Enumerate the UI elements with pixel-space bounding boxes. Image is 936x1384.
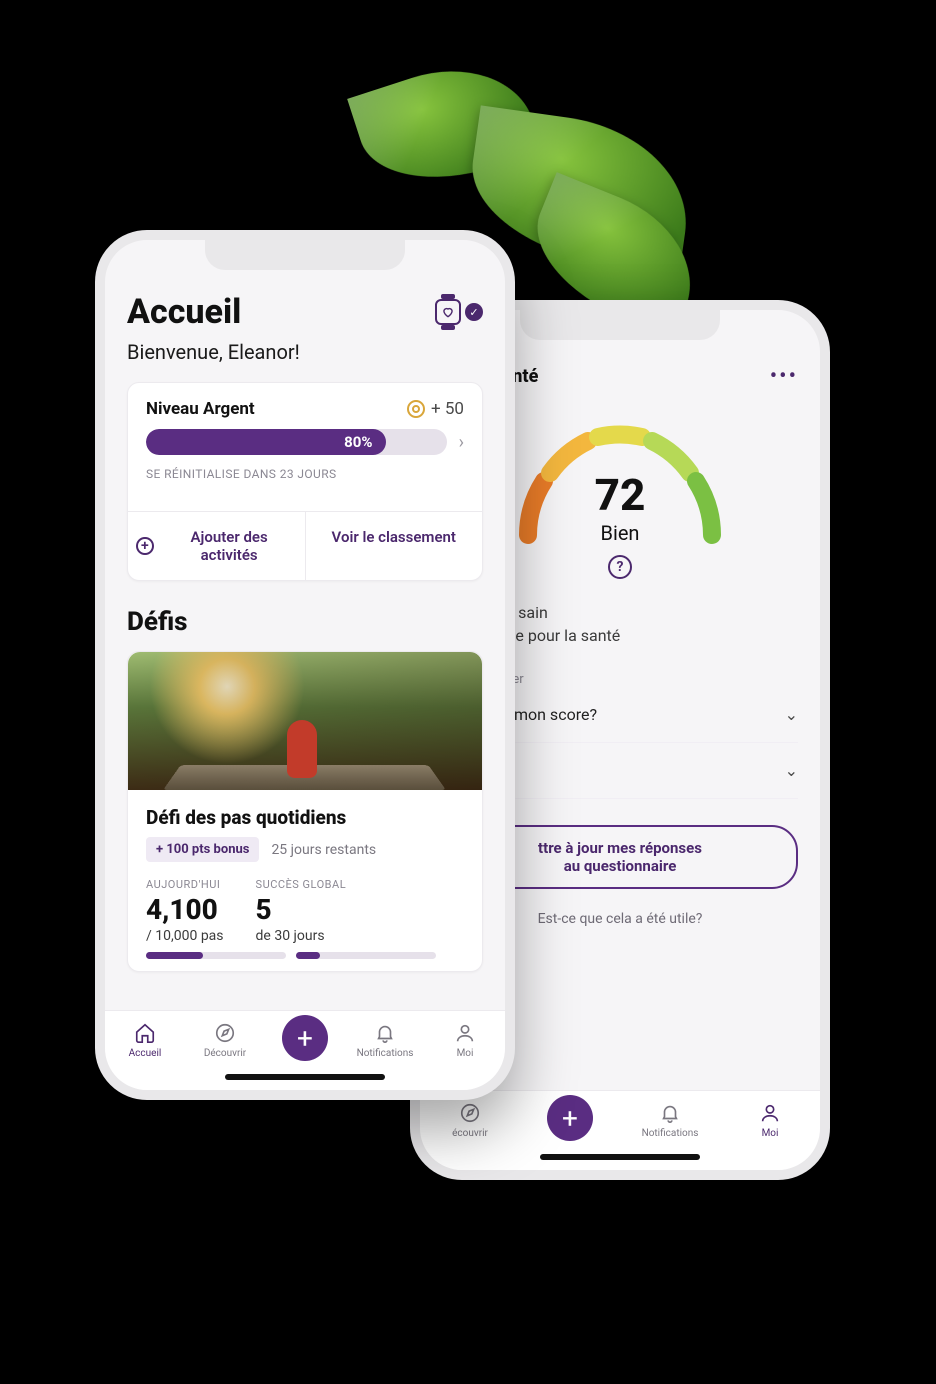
stat-goal: / 10,000 pas bbox=[146, 928, 224, 944]
chevron-down-icon: ⌄ bbox=[785, 705, 798, 724]
page-title: Accueil bbox=[127, 292, 241, 332]
plus-icon: + bbox=[282, 1015, 328, 1061]
level-bonus: + 50 bbox=[407, 399, 464, 419]
challenge-title: Défi des pas quotidiens bbox=[146, 806, 464, 829]
nav-notifications[interactable]: Notifications bbox=[353, 1021, 417, 1059]
nav-label: Moi bbox=[457, 1048, 474, 1059]
connected-check-icon: ✓ bbox=[465, 303, 483, 321]
bell-icon bbox=[373, 1021, 397, 1045]
level-progress: 80% bbox=[146, 429, 447, 455]
nav-home[interactable]: Accueil bbox=[113, 1021, 177, 1059]
today-progress-bar bbox=[146, 952, 286, 959]
plus-icon: + bbox=[547, 1095, 593, 1141]
stat-value: 5 bbox=[256, 893, 347, 926]
coin-icon bbox=[407, 400, 425, 418]
stat-label: SUCCÈS GLOBAL bbox=[256, 878, 347, 891]
stat-label: AUJOURD'HUI bbox=[146, 878, 224, 891]
view-leaderboard-button[interactable]: Voir le classement bbox=[306, 512, 483, 580]
nav-me[interactable]: Moi bbox=[433, 1021, 497, 1059]
more-options-icon[interactable]: ••• bbox=[770, 364, 798, 389]
bell-icon bbox=[658, 1101, 682, 1125]
welcome-text: Bienvenue, Eleanor! bbox=[127, 340, 483, 364]
challenge-cover-image bbox=[128, 652, 482, 790]
stat-goal: de 30 jours bbox=[256, 928, 347, 944]
challenges-heading: Défis bbox=[127, 607, 483, 637]
add-activities-button[interactable]: + Ajouter des activités bbox=[128, 512, 306, 580]
button-label: Voir le classement bbox=[332, 528, 456, 546]
plus-circle-icon: + bbox=[136, 537, 154, 555]
bonus-pill: + 100 pts bonus bbox=[146, 837, 259, 862]
home-indicator bbox=[540, 1154, 700, 1160]
nav-label: Accueil bbox=[129, 1048, 162, 1059]
bonus-value: + 50 bbox=[431, 399, 464, 419]
challenge-card[interactable]: Défi des pas quotidiens + 100 pts bonus … bbox=[127, 651, 483, 972]
nav-me[interactable]: Moi bbox=[738, 1101, 802, 1139]
nav-label: Notifications bbox=[357, 1048, 414, 1059]
reset-note: SE RÉINITIALISE DANS 23 JOURS bbox=[146, 467, 464, 481]
nav-label: écouvrir bbox=[452, 1128, 488, 1139]
nav-add[interactable]: + bbox=[538, 1101, 602, 1141]
nav-label: Moi bbox=[762, 1128, 779, 1139]
nav-label: Découvrir bbox=[204, 1048, 246, 1059]
person-icon bbox=[758, 1101, 782, 1125]
home-icon bbox=[133, 1021, 157, 1045]
nav-discover[interactable]: écouvrir bbox=[438, 1101, 502, 1139]
progress-percent: 80% bbox=[344, 433, 372, 451]
health-score-gauge bbox=[500, 407, 740, 547]
stat-today: AUJOURD'HUI 4,100 / 10,000 pas bbox=[146, 878, 224, 944]
help-icon[interactable]: ? bbox=[608, 555, 632, 579]
chevron-right-icon[interactable]: › bbox=[459, 432, 464, 453]
stat-global: SUCCÈS GLOBAL 5 de 30 jours bbox=[256, 878, 347, 944]
button-label: Ajouter des activités bbox=[162, 528, 297, 564]
phone-notch bbox=[520, 310, 720, 340]
compass-icon bbox=[213, 1021, 237, 1045]
level-name: Niveau Argent bbox=[146, 399, 255, 419]
nav-discover[interactable]: Découvrir bbox=[193, 1021, 257, 1059]
compass-icon bbox=[458, 1101, 482, 1125]
nav-add[interactable]: + bbox=[273, 1021, 337, 1061]
nav-notifications[interactable]: Notifications bbox=[638, 1101, 702, 1139]
watch-icon[interactable] bbox=[435, 299, 461, 325]
chevron-down-icon: ⌄ bbox=[785, 761, 798, 780]
person-icon bbox=[453, 1021, 477, 1045]
global-progress-bar bbox=[296, 952, 436, 959]
phone-notch bbox=[205, 240, 405, 270]
home-indicator bbox=[225, 1074, 385, 1080]
stat-value: 4,100 bbox=[146, 893, 224, 926]
nav-label: Notifications bbox=[642, 1128, 699, 1139]
phone-accueil: Accueil ✓ Bienvenue, Eleanor! Niveau Arg… bbox=[95, 230, 515, 1100]
level-card: Niveau Argent + 50 80% › bbox=[127, 382, 483, 581]
days-remaining: 25 jours restants bbox=[271, 842, 376, 858]
